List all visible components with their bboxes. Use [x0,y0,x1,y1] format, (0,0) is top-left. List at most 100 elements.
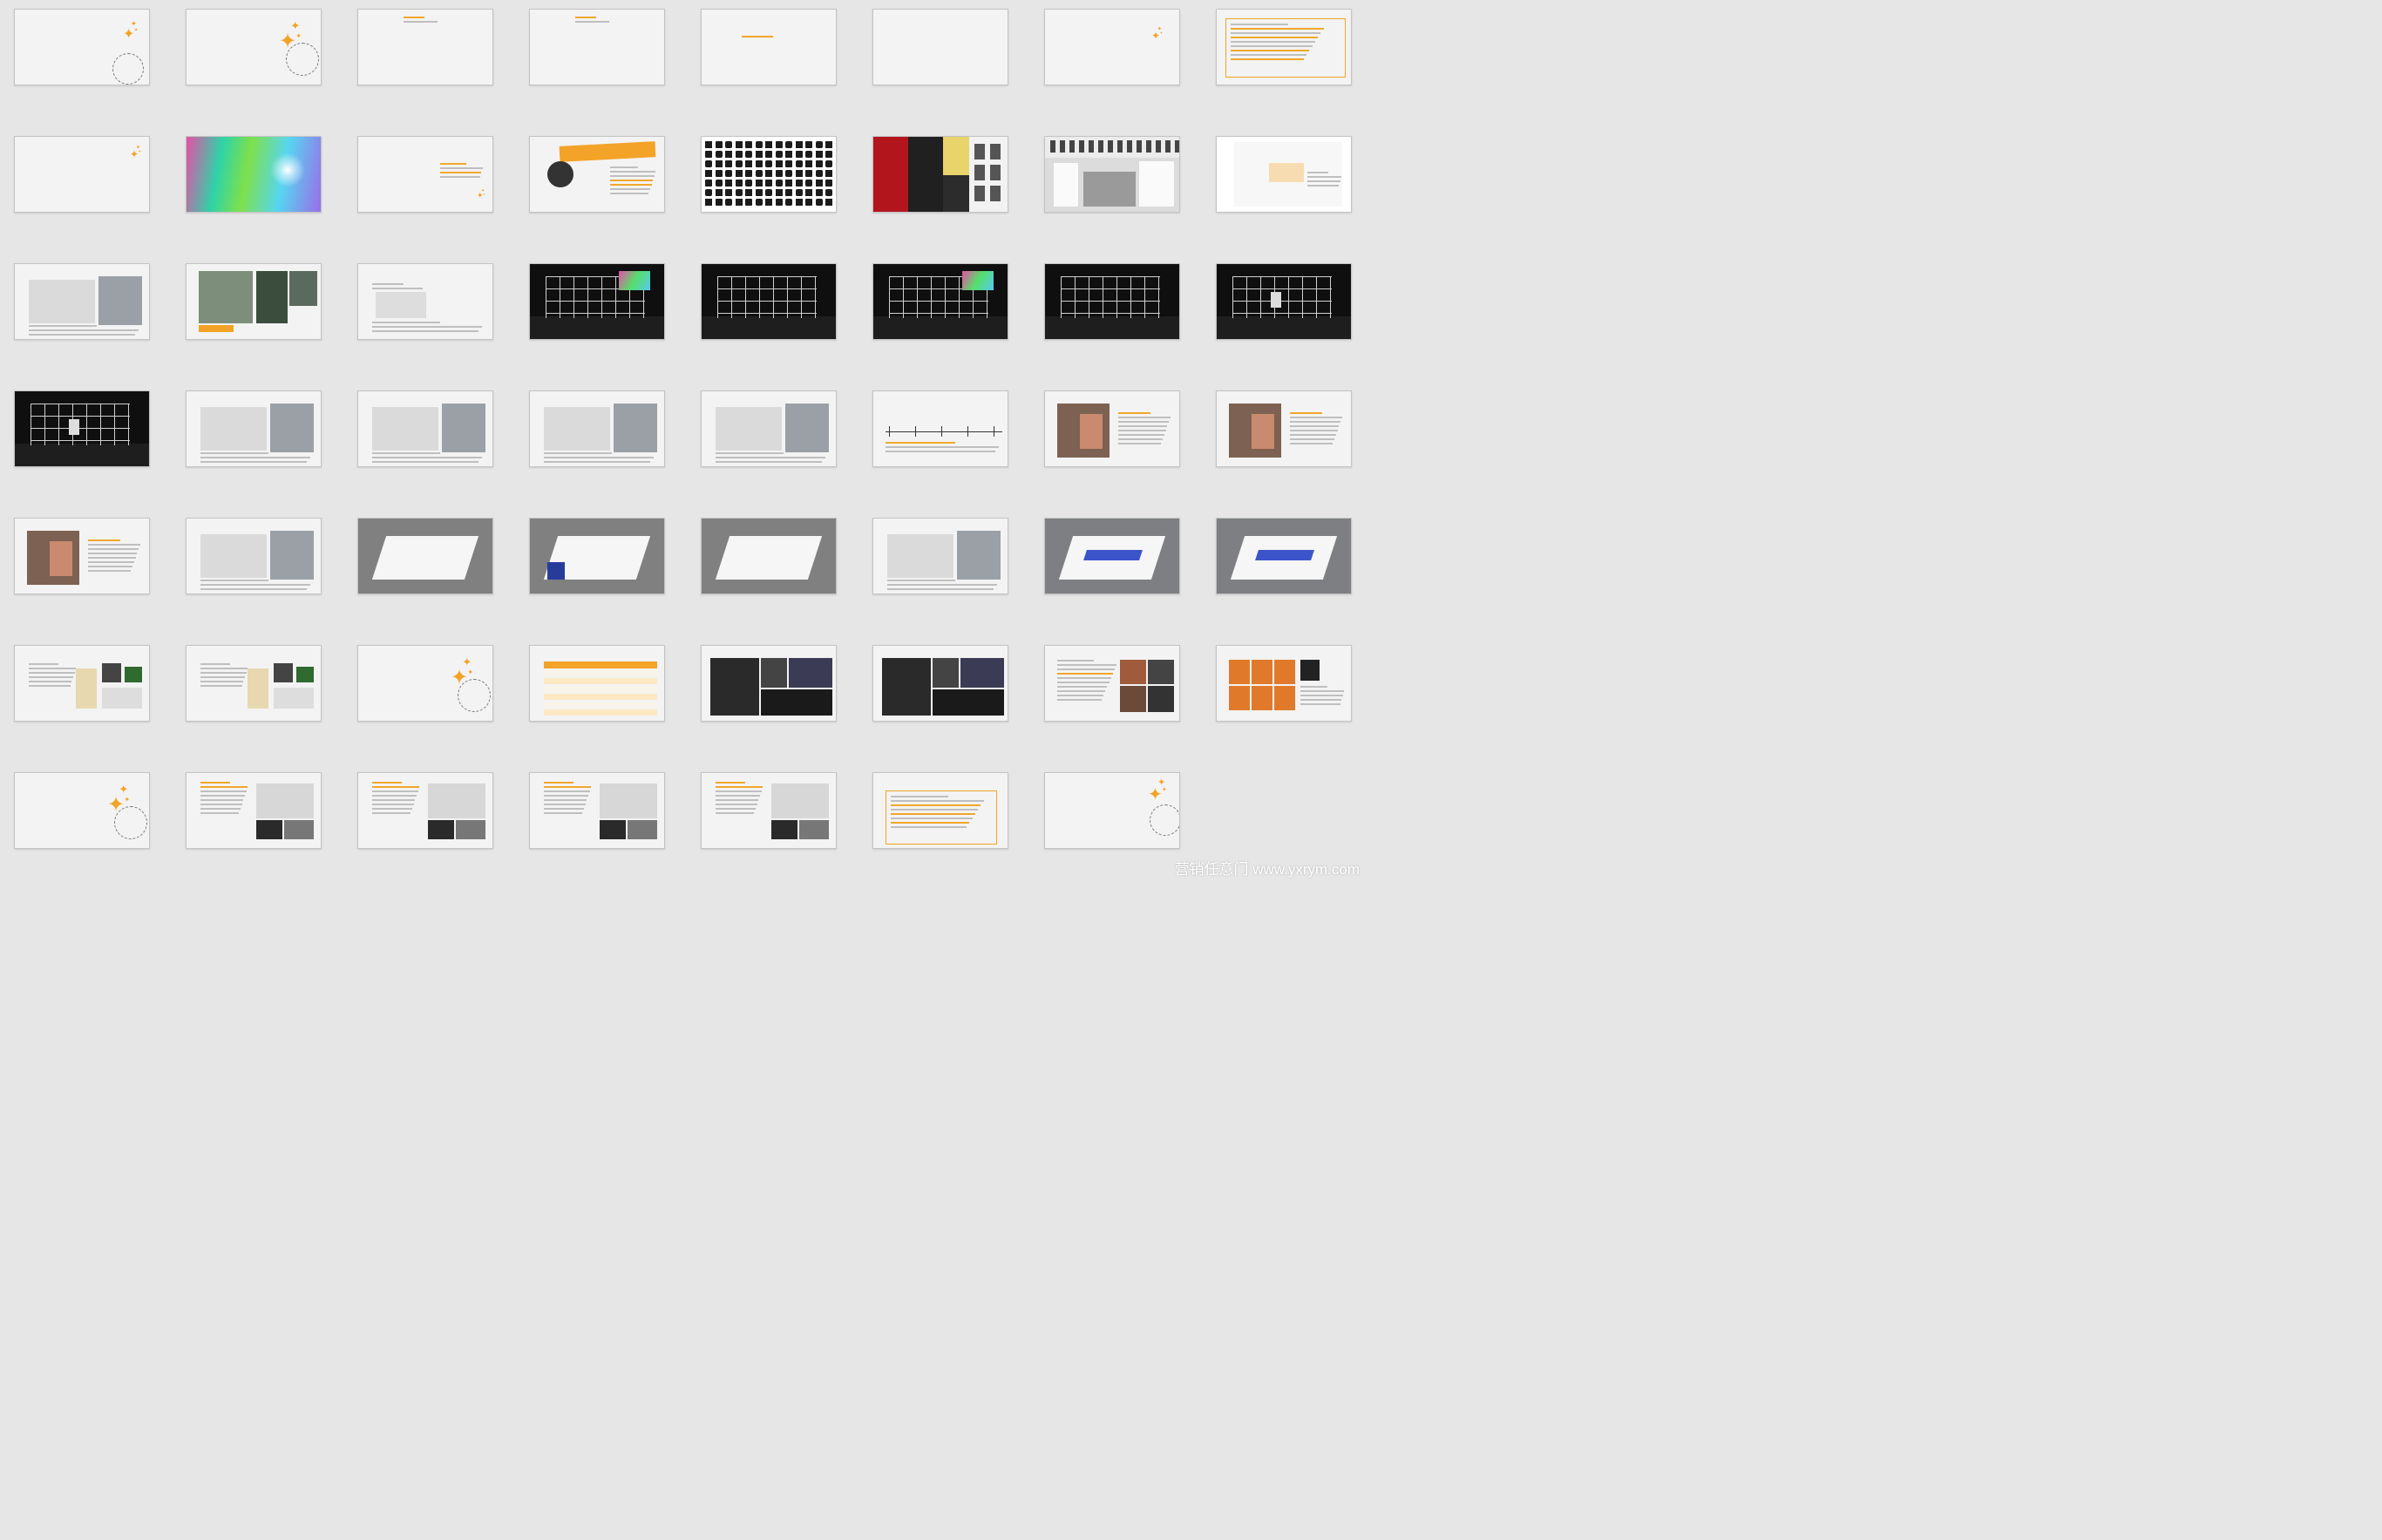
slide-preview[interactable] [872,263,1008,340]
slide-preview[interactable] [14,263,150,340]
slide-preview[interactable] [357,263,493,340]
slide-preview[interactable] [1044,518,1180,594]
slide-thumbnail-28[interactable] [529,382,665,502]
slide-preview[interactable] [529,9,665,85]
slide-preview[interactable] [529,390,665,467]
slide-thumbnail-47[interactable] [1044,636,1180,756]
slide-thumbnail-4[interactable] [529,0,665,120]
slide-thumbnail-14[interactable] [872,127,1008,248]
slide-preview[interactable]: ✦ ✦ ✦ [1044,9,1180,85]
slide-preview[interactable] [701,136,837,213]
slide-thumbnail-54[interactable] [872,763,1008,884]
slide-thumbnail-8[interactable] [1216,0,1352,120]
slide-preview[interactable] [1216,9,1352,85]
slide-thumbnail-42[interactable] [186,636,322,756]
slide-thumbnail-41[interactable] [14,636,150,756]
slide-thumbnail-21[interactable] [701,254,837,375]
slide-preview[interactable] [1044,263,1180,340]
slide-thumbnail-36[interactable] [529,509,665,629]
slide-thumbnail-50[interactable] [186,763,322,884]
slide-preview[interactable] [1044,645,1180,722]
slide-preview[interactable] [186,390,322,467]
slide-thumbnail-32[interactable] [1216,382,1352,502]
slide-preview[interactable] [1044,136,1180,213]
slide-thumbnail-23[interactable] [1044,254,1180,375]
slide-preview[interactable] [872,390,1008,467]
slide-preview[interactable] [701,518,837,594]
slide-thumbnail-33[interactable] [14,509,150,629]
slide-preview[interactable]: ✦ ✦ ✦ [14,136,150,213]
slide-preview[interactable] [529,772,665,849]
slide-preview[interactable] [186,645,322,722]
slide-thumbnail-35[interactable] [357,509,493,629]
slide-preview[interactable]: ✦ ✦ ✦ [357,136,493,213]
slide-preview[interactable] [14,390,150,467]
slide-preview[interactable] [357,772,493,849]
slide-thumbnail-55[interactable]: ✦ ✦ ✦ [1044,763,1180,884]
slide-thumbnail-30[interactable] [872,382,1008,502]
slide-preview[interactable]: ✦ ✦ ✦ [14,772,150,849]
slide-preview[interactable] [1216,518,1352,594]
slide-thumbnail-37[interactable] [701,509,837,629]
slide-thumbnail-34[interactable] [186,509,322,629]
slide-thumbnail-46[interactable] [872,636,1008,756]
slide-preview[interactable] [529,518,665,594]
slide-preview[interactable] [1216,263,1352,340]
slide-preview[interactable]: ✦ ✦ ✦ [1044,772,1180,849]
slide-preview[interactable] [1044,390,1180,467]
slide-preview[interactable] [1216,645,1352,722]
slide-thumbnail-29[interactable] [701,382,837,502]
slide-preview[interactable] [872,518,1008,594]
slide-thumbnail-22[interactable] [872,254,1008,375]
slide-thumbnail-12[interactable] [529,127,665,248]
slide-thumbnail-31[interactable] [1044,382,1180,502]
slide-preview[interactable] [529,645,665,722]
slide-thumbnail-40[interactable] [1216,509,1352,629]
slide-thumbnail-48[interactable] [1216,636,1352,756]
slide-preview[interactable] [529,136,665,213]
slide-thumbnail-11[interactable]: ✦ ✦ ✦ [357,127,493,248]
slide-preview[interactable] [701,645,837,722]
slide-preview[interactable]: ✦ ✦ ✦ [186,9,322,85]
slide-thumbnail-13[interactable] [701,127,837,248]
slide-preview[interactable] [186,518,322,594]
slide-thumbnail-2[interactable]: ✦ ✦ ✦ [186,0,322,120]
slide-preview[interactable] [1216,136,1352,213]
slide-thumbnail-5[interactable] [701,0,837,120]
slide-thumbnail-19[interactable] [357,254,493,375]
slide-thumbnail-53[interactable] [701,763,837,884]
slide-preview[interactable] [872,645,1008,722]
slide-thumbnail-3[interactable] [357,0,493,120]
slide-thumbnail-1[interactable]: ✦ ✦ ✦ [14,0,150,120]
slide-thumbnail-44[interactable] [529,636,665,756]
slide-thumbnail-7[interactable]: ✦ ✦ ✦ [1044,0,1180,120]
slide-preview[interactable] [701,263,837,340]
slide-preview[interactable] [872,9,1008,85]
slide-preview[interactable] [701,772,837,849]
slide-preview[interactable] [186,136,322,213]
slide-thumbnail-18[interactable] [186,254,322,375]
slide-preview[interactable]: ✦ ✦ ✦ [14,9,150,85]
slide-thumbnail-24[interactable] [1216,254,1352,375]
slide-preview[interactable] [14,645,150,722]
slide-thumbnail-26[interactable] [186,382,322,502]
slide-preview[interactable] [357,390,493,467]
slide-thumbnail-49[interactable]: ✦ ✦ ✦ [14,763,150,884]
slide-preview[interactable] [701,9,837,85]
slide-thumbnail-39[interactable] [1044,509,1180,629]
slide-preview[interactable] [1216,390,1352,467]
slide-thumbnail-38[interactable] [872,509,1008,629]
slide-thumbnail-45[interactable] [701,636,837,756]
slide-thumbnail-52[interactable] [529,763,665,884]
slide-thumbnail-51[interactable] [357,763,493,884]
slide-thumbnail-15[interactable] [1044,127,1180,248]
slide-preview[interactable] [14,518,150,594]
slide-preview[interactable] [357,9,493,85]
slide-thumbnail-10[interactable] [186,127,322,248]
slide-preview[interactable] [872,772,1008,849]
slide-thumbnail-9[interactable]: ✦ ✦ ✦ [14,127,150,248]
slide-preview[interactable]: ✦ ✦ ✦ [357,645,493,722]
slide-preview[interactable] [872,136,1008,213]
slide-preview[interactable] [357,518,493,594]
slide-thumbnail-27[interactable] [357,382,493,502]
